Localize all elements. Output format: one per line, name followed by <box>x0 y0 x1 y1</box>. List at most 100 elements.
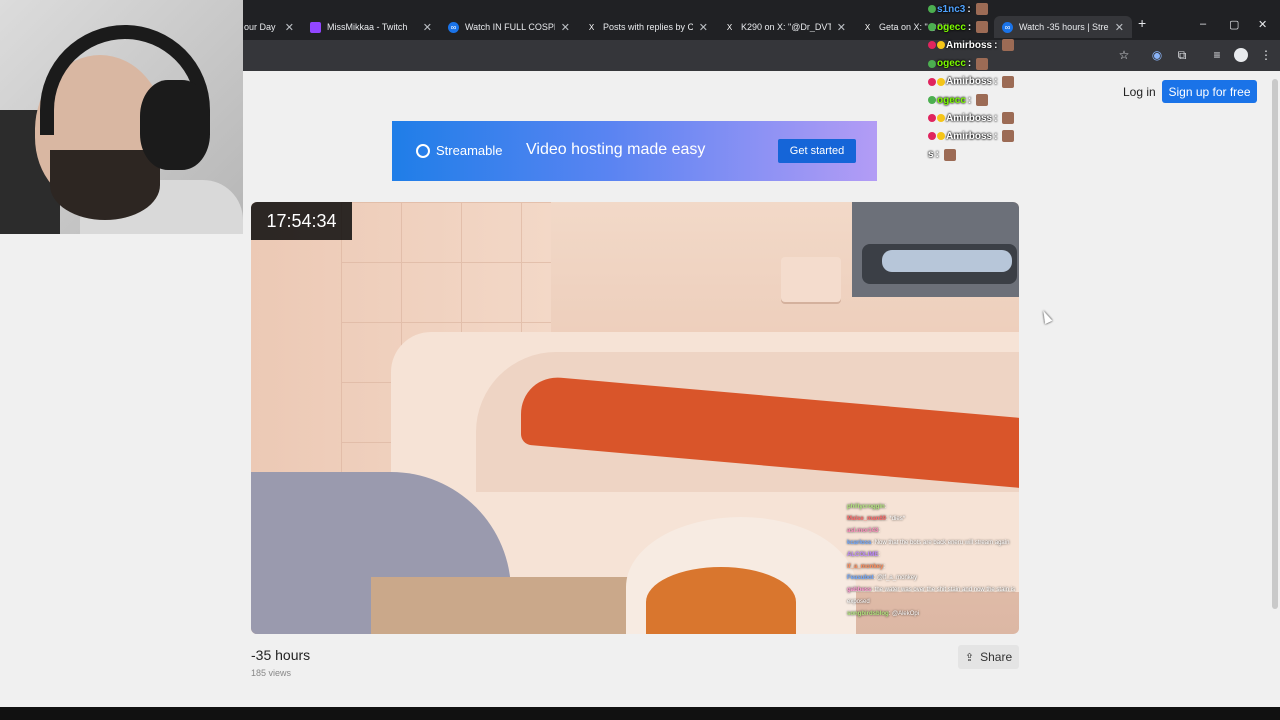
close-icon[interactable]: ✕ <box>561 21 570 34</box>
chat-user: s1nc3 <box>937 3 966 15</box>
chat-msg: : <box>878 551 881 558</box>
tab-label: our Day <box>244 22 276 32</box>
audio-icon[interactable]: ◉ <box>1150 48 1164 62</box>
close-icon[interactable]: ✕ <box>423 21 432 34</box>
webcam-overlay <box>0 0 243 234</box>
tab-2[interactable]: ∞ Watch IN FULL COSPLAY ✕ <box>440 16 578 38</box>
tab-1[interactable]: MissMikkaa - Twitch ✕ <box>302 16 440 38</box>
chat-user: Feasubot <box>847 575 874 582</box>
close-icon[interactable]: ✕ <box>837 21 846 34</box>
video-timestamp: 17:54:34 <box>251 202 352 240</box>
chat-line: ogecc: <box>928 91 1038 109</box>
chat-line: ALCOLIME: <box>847 550 1017 562</box>
signup-button[interactable]: Sign up for free <box>1162 80 1257 103</box>
star-icon[interactable]: ☆ <box>1117 48 1131 62</box>
tab-0[interactable]: our Day ✕ <box>236 16 302 38</box>
new-tab-button[interactable]: + <box>1138 15 1146 31</box>
chat-line: ogecc: <box>928 18 1038 36</box>
video-player[interactable]: 17:54:34 phillycroggin: Malse_man69: *di… <box>251 202 1019 634</box>
menu-icon[interactable]: ⋮ <box>1259 48 1273 62</box>
crown-icon <box>937 132 945 141</box>
chat-line: asl.mor143: <box>847 526 1017 538</box>
chat-msg: : <box>884 504 887 510</box>
banner-logo: Streamable <box>416 143 502 158</box>
emote-icon <box>1002 130 1015 143</box>
chat-user: Amirboss <box>946 39 993 51</box>
close-icon[interactable]: ✕ <box>1115 21 1124 34</box>
window-close-button[interactable]: ✕ <box>1258 18 1267 31</box>
chat-msg: : @AlekOpi <box>888 611 920 618</box>
chat-line: songbirdsblog: @AlekOpi <box>847 609 1017 621</box>
screen: our Day ✕ MissMikkaa - Twitch ✕ ∞ Watch … <box>0 0 1280 720</box>
chat-msg: : <box>883 563 886 570</box>
taskbar-strip <box>0 707 1280 720</box>
chat-user: songbirdsblog <box>847 611 889 618</box>
chat-user: ALCOLIME <box>847 551 879 558</box>
video-soap-dish <box>781 257 841 302</box>
chat-line: s1nc3: <box>928 0 1038 18</box>
emote-icon <box>1002 75 1015 88</box>
extensions-icon[interactable]: ⧉ <box>1175 48 1189 62</box>
video-inset-camera <box>852 202 1019 297</box>
crown-icon <box>937 114 945 123</box>
chat-user: Malse_man69 <box>847 515 887 522</box>
x-icon: X <box>864 22 871 32</box>
stream-chat-overlay: s1nc3: ogecc: Amirboss: ogecc: Amirboss:… <box>928 0 1038 164</box>
close-icon[interactable]: ✕ <box>285 21 294 34</box>
minimize-button[interactable]: – <box>1200 18 1206 30</box>
chat-line: lf_a_monkey: <box>847 562 1017 574</box>
emote-icon <box>943 148 956 161</box>
page-scrollbar[interactable] <box>1270 71 1280 707</box>
chat-user: kcarloss <box>847 539 872 546</box>
chat-user: ogecc <box>937 58 966 70</box>
get-started-button[interactable]: Get started <box>778 139 856 163</box>
chat-line: Amirboss: <box>928 127 1038 145</box>
chat-msg: : the water was over the shit stain and … <box>847 587 1016 606</box>
close-icon[interactable]: ✕ <box>699 21 708 34</box>
profile-avatar[interactable] <box>1234 48 1248 62</box>
crown-icon <box>937 41 945 50</box>
inset-sleeper <box>882 250 1012 272</box>
video-title: -35 hours <box>251 647 311 663</box>
chat-line: Amirboss: <box>928 73 1038 91</box>
chat-user: Amirboss <box>946 130 993 142</box>
badge-icon <box>928 41 936 50</box>
chat-line: ogecc: <box>928 55 1038 73</box>
tab-3[interactable]: X Posts with replies by Che ✕ <box>578 16 716 38</box>
login-link[interactable]: Log in <box>1123 85 1156 99</box>
tab-label: K290 on X: "@Dr_DVT i w <box>741 22 831 32</box>
tab-4[interactable]: X K290 on X: "@Dr_DVT i w ✕ <box>716 16 854 38</box>
chat-line: s: <box>928 146 1038 164</box>
ad-banner[interactable]: Streamable Video hosting made easy Get s… <box>392 121 877 181</box>
scroll-thumb[interactable] <box>1272 79 1278 609</box>
badge-icon <box>928 77 936 86</box>
tab-label: Posts with replies by Che <box>603 22 693 32</box>
share-label: Share <box>980 650 1013 664</box>
emote-icon <box>975 3 988 16</box>
video-bucket-water <box>646 567 796 634</box>
media-icon[interactable]: ≡ <box>1210 48 1224 62</box>
chat-user: asl.mor143 <box>847 527 879 534</box>
chat-line: Amirboss: <box>928 109 1038 127</box>
crown-icon <box>937 77 945 86</box>
x-icon: X <box>726 22 733 32</box>
tab-label: Watch IN FULL COSPLAY <box>465 22 555 32</box>
banner-brand: Streamable <box>436 143 503 158</box>
video-stream-chat: phillycroggin: Malse_man69: *dies* asl.m… <box>847 502 1017 621</box>
badge-icon <box>928 23 936 32</box>
chat-line: gabbess: the water was over the shit sta… <box>847 585 1017 609</box>
badge-icon <box>928 132 936 141</box>
webcam-beard <box>50 150 160 220</box>
badge-icon <box>928 114 936 123</box>
emote-icon <box>976 94 989 107</box>
chat-line: phillycroggin: <box>847 502 1017 514</box>
tab-label: MissMikkaa - Twitch <box>327 22 408 32</box>
badge-icon <box>928 96 936 105</box>
chat-user: s <box>928 149 934 161</box>
webcam-earcup <box>140 80 210 170</box>
chat-user: lf_a_monkey <box>847 563 884 570</box>
share-icon: ⇪ <box>964 651 975 664</box>
share-button[interactable]: ⇪ Share <box>958 645 1019 669</box>
badge-icon <box>928 59 936 68</box>
maximize-button[interactable]: ▢ <box>1229 18 1239 31</box>
